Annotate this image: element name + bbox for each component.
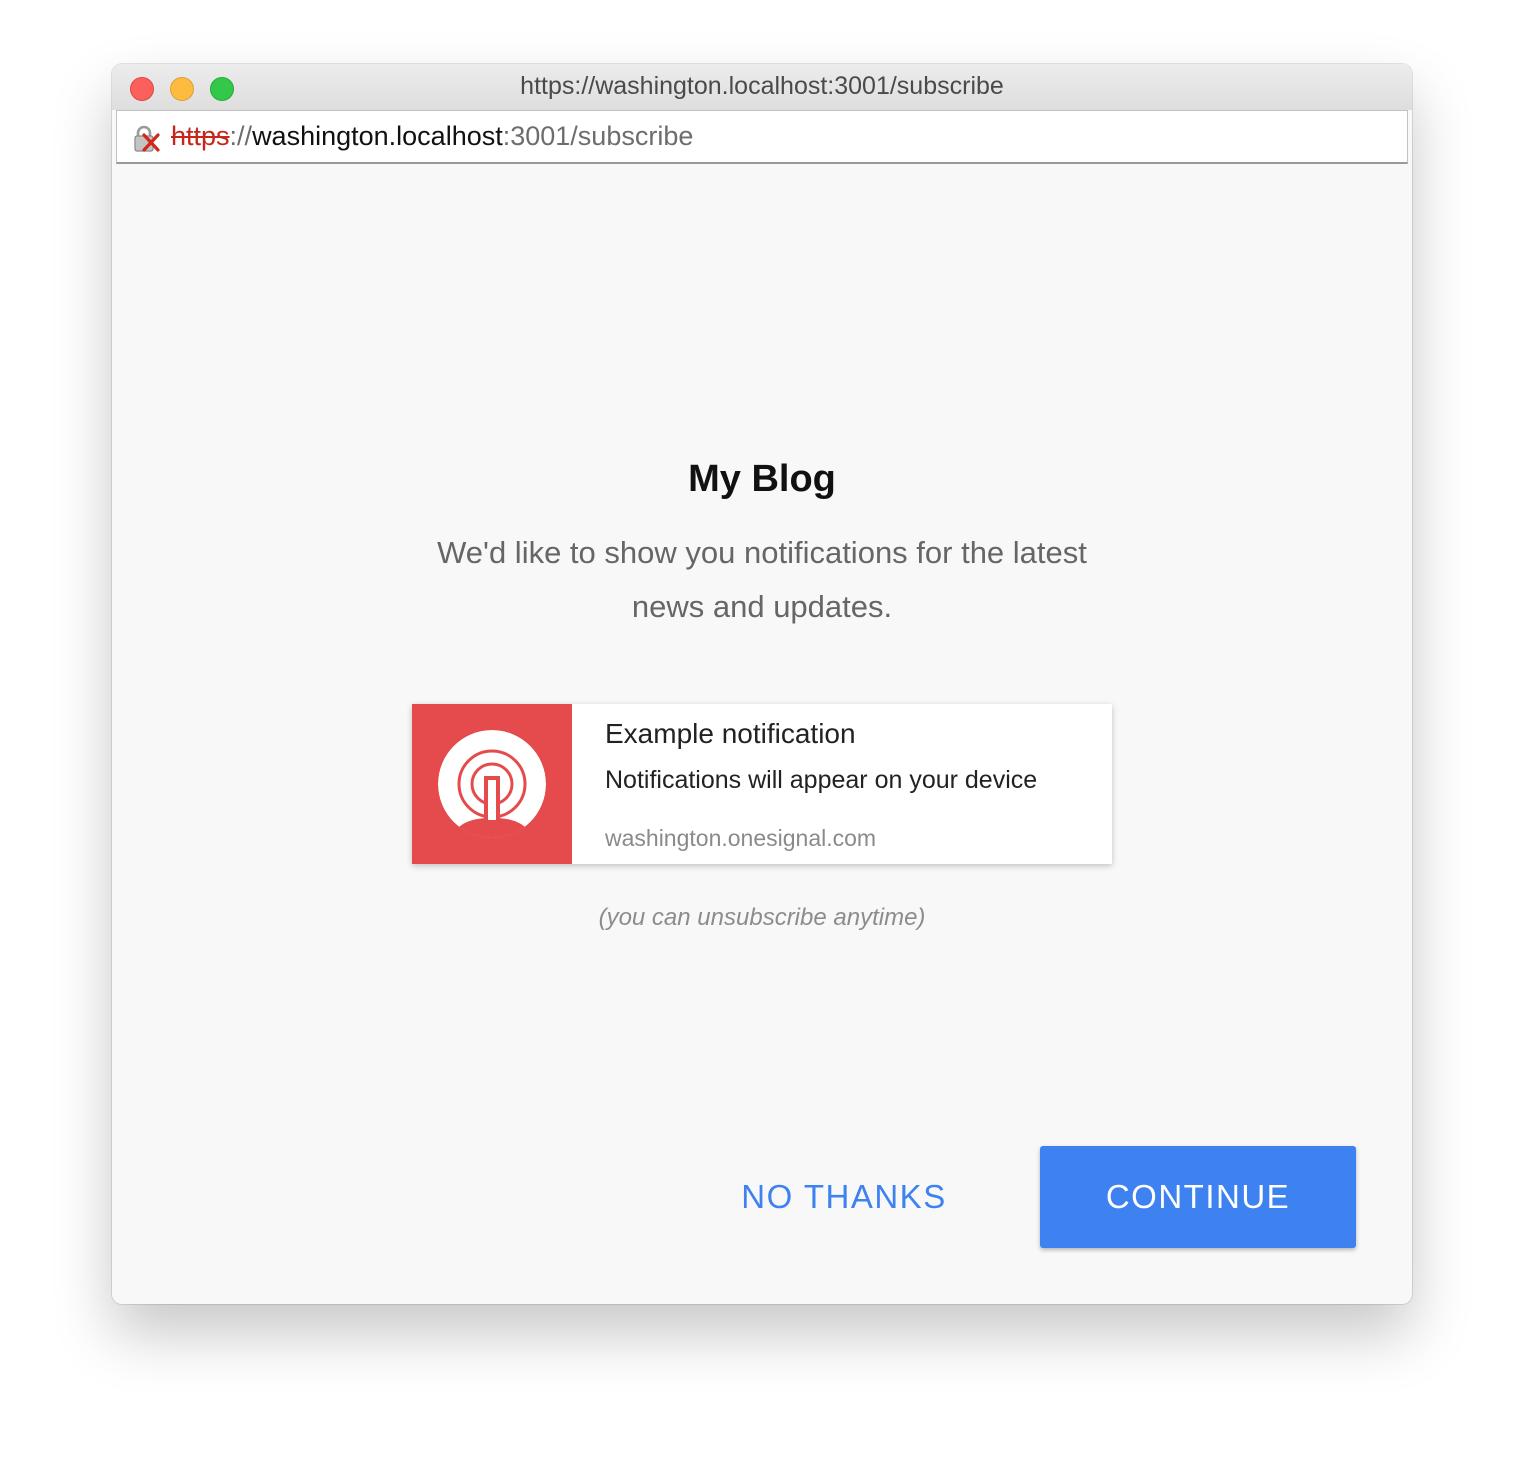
no-thanks-button[interactable]: NO THANKS xyxy=(704,1146,984,1248)
notification-body: Notifications will appear on your device xyxy=(605,766,1038,794)
url-path: :3001/subscribe xyxy=(502,121,694,151)
onesignal-logo-icon xyxy=(438,730,546,838)
url-text[interactable]: https://washington.localhost:3001/subscr… xyxy=(171,121,693,152)
browser-window: https://washington.localhost:3001/subscr… xyxy=(112,64,1412,1304)
notification-domain: washington.onesignal.com xyxy=(605,825,877,851)
window-title: https://washington.localhost:3001/subscr… xyxy=(520,72,1004,100)
notification-title: Example notification xyxy=(605,718,856,749)
notification-icon-box xyxy=(412,704,572,864)
url-host: washington.localhost xyxy=(252,121,503,151)
unsubscribe-note: (you can unsubscribe anytime) xyxy=(598,904,926,931)
insecure-lock-icon[interactable] xyxy=(131,124,161,154)
address-bar[interactable]: https://washington.localhost:3001/subscr… xyxy=(116,110,1408,164)
prompt-message: We'd like to show you notifications for … xyxy=(437,535,1087,624)
url-separator: :// xyxy=(229,121,253,151)
example-notification-card: Example notification Notifications will … xyxy=(412,704,1112,864)
url-scheme: https xyxy=(171,121,230,151)
page-title: My Blog xyxy=(688,458,836,500)
title-bar: https://washington.localhost:3001/subscr… xyxy=(112,64,1412,110)
continue-button[interactable]: CONTINUE xyxy=(1040,1146,1356,1248)
